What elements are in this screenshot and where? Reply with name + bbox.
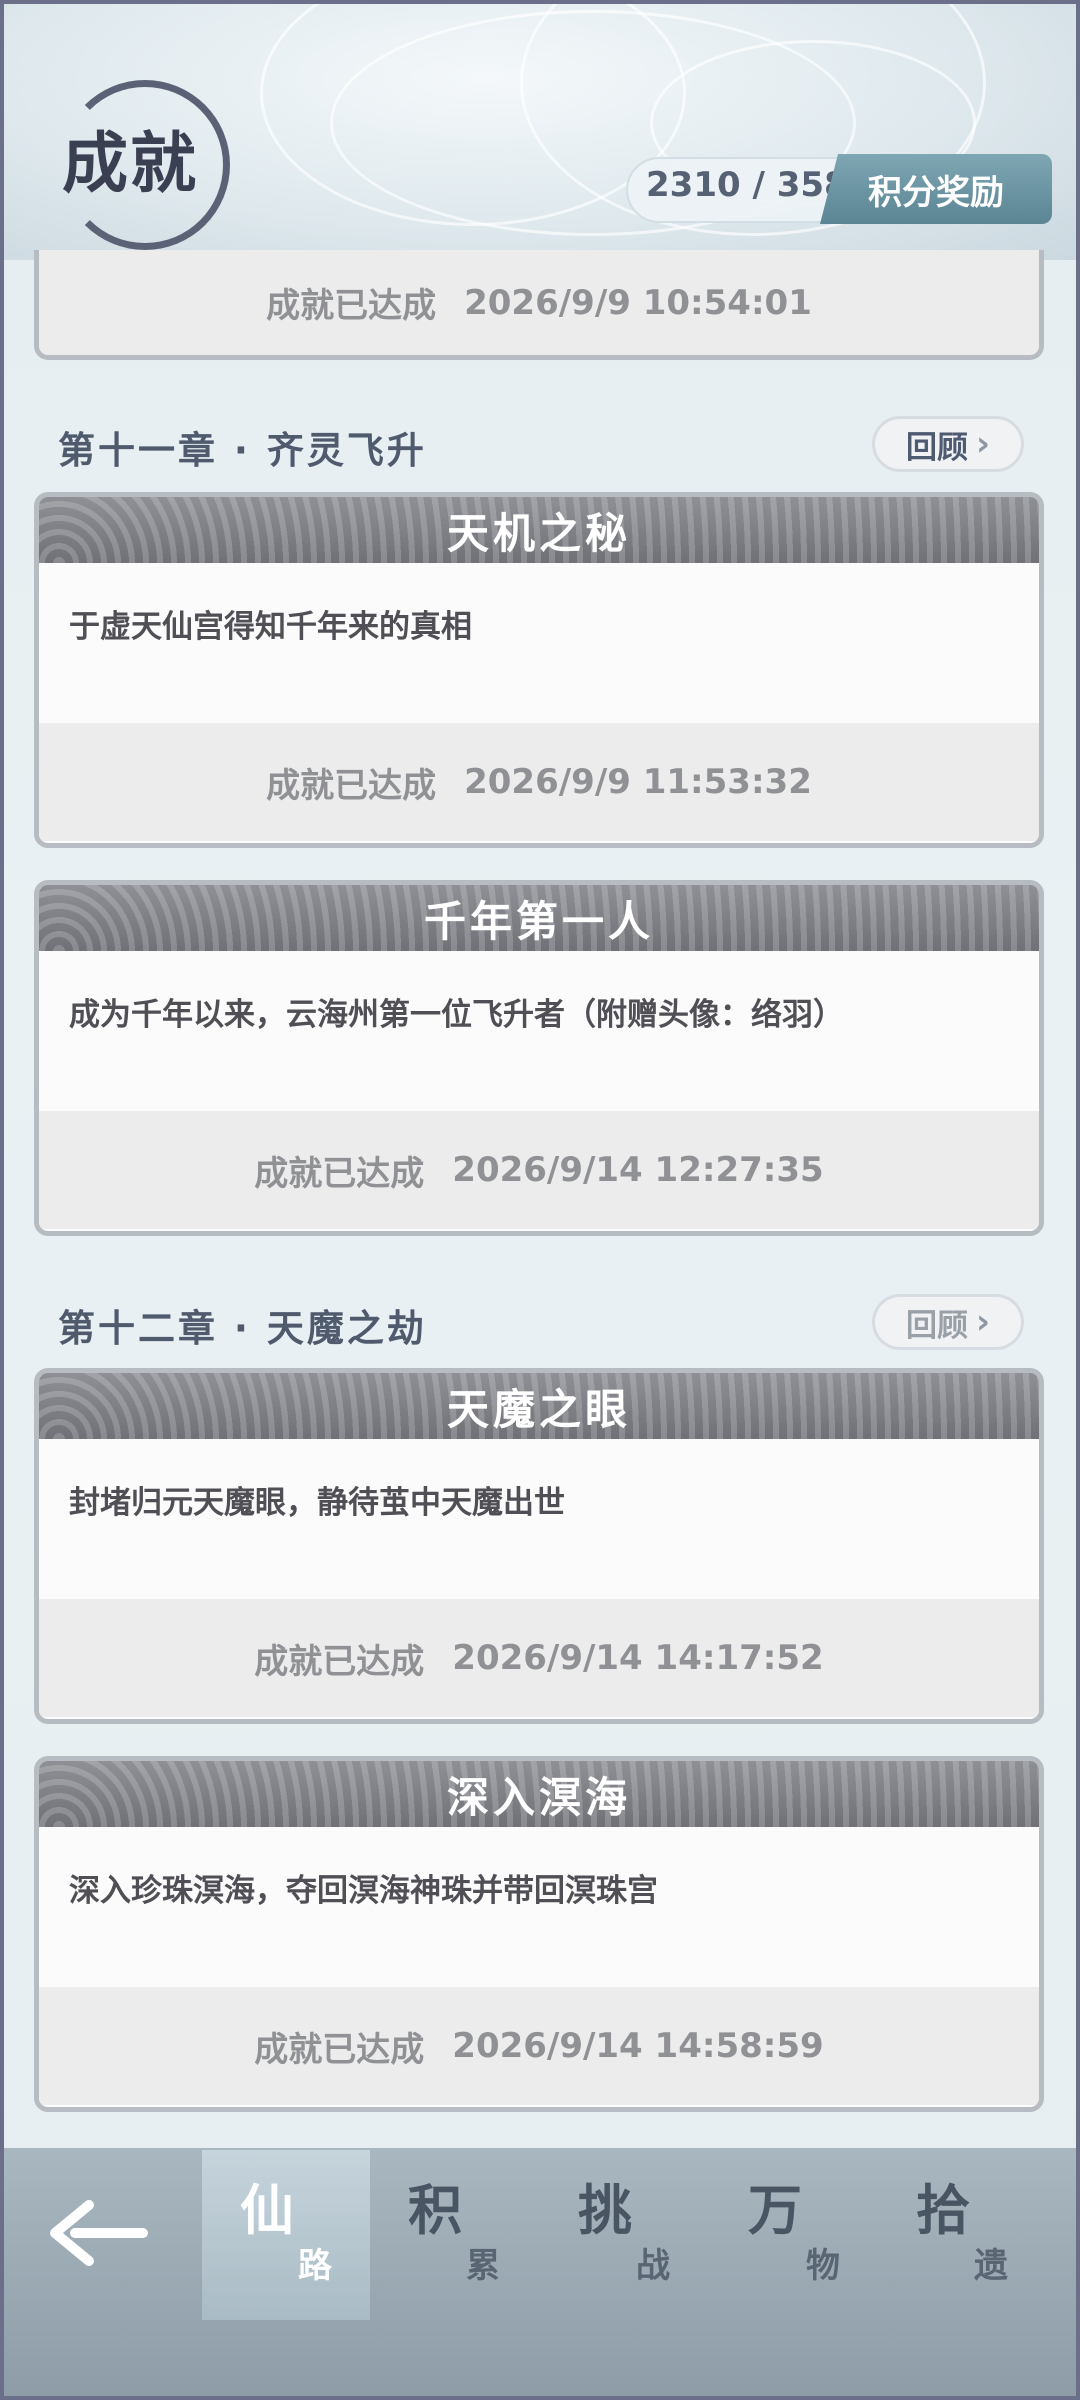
tab-jilei[interactable]: 积 累 xyxy=(370,2150,538,2320)
header-banner: 成就 2310 / 3580 积分奖励 xyxy=(0,0,1080,260)
tab-main-char: 挑 xyxy=(578,2179,632,2242)
achievement-name: 深入溟海 xyxy=(39,1761,1039,1827)
achievement-name: 千年第一人 xyxy=(39,885,1039,951)
back-arrow-icon xyxy=(50,2200,148,2266)
tab-sub-char: 路 xyxy=(298,2246,332,2286)
achievement-time: 2026/9/14 14:58:59 xyxy=(452,2026,824,2066)
page-title: 成就 xyxy=(62,125,198,202)
tab-main-char: 拾 xyxy=(916,2179,970,2242)
tab-sub-char: 遗 xyxy=(974,2246,1008,2286)
achievement-time: 2026/9/9 10:54:01 xyxy=(464,282,812,323)
achievement-description: 成为千年以来，云海州第一位飞升者（附赠头像：络羽） xyxy=(69,997,844,1033)
achievement-status: 成就已达成 xyxy=(254,2029,425,2070)
chapter-title: 第十一章 · 齐灵飞升 xyxy=(58,429,427,472)
achievement-status: 成就已达成 xyxy=(254,1641,425,1682)
achievement-card: 天机之秘 于虚天仙宫得知千年来的真相 成就已达成 2026/9/9 11:53:… xyxy=(34,492,1044,848)
achievement-name: 天魔之眼 xyxy=(39,1373,1039,1439)
achievement-time: 2026/9/9 11:53:32 xyxy=(464,762,812,802)
review-label: 回顾 xyxy=(905,429,968,466)
achievement-card-partial: 成就已达成 2026/9/9 10:54:01 xyxy=(34,250,1044,360)
tab-shiyi[interactable]: 拾 遗 xyxy=(878,2150,1046,2320)
achievement-time: 2026/9/14 14:17:52 xyxy=(452,1638,824,1678)
achievement-card: 天魔之眼 封堵归元天魔眼，静待茧中天魔出世 成就已达成 2026/9/14 14… xyxy=(34,1368,1044,1724)
tab-sub-char: 战 xyxy=(636,2246,670,2286)
tab-tiaozhan[interactable]: 挑 战 xyxy=(540,2150,708,2320)
achievement-status: 成就已达成 xyxy=(266,765,437,806)
achievement-name: 天机之秘 xyxy=(39,497,1039,563)
achievement-description: 封堵归元天魔眼，静待茧中天魔出世 xyxy=(69,1485,565,1521)
achievement-description: 深入珍珠溟海，夺回溟海神珠并带回溟珠宫 xyxy=(69,1873,658,1909)
tab-main-char: 仙 xyxy=(240,2179,294,2242)
review-button[interactable]: 回顾 › xyxy=(872,1294,1024,1350)
achievement-card: 千年第一人 成为千年以来，云海州第一位飞升者（附赠头像：络羽） 成就已达成 20… xyxy=(34,880,1044,1236)
review-label: 回顾 xyxy=(905,1307,968,1344)
chevron-right-icon: › xyxy=(975,424,990,464)
achievement-footer: 成就已达成 2026/9/9 11:53:32 xyxy=(39,723,1039,841)
points-reward-button[interactable]: 积分奖励 xyxy=(820,154,1052,224)
achievement-time: 2026/9/14 12:27:35 xyxy=(452,1150,824,1190)
tab-main-char: 积 xyxy=(408,2179,462,2242)
tab-sub-char: 物 xyxy=(806,2246,840,2286)
tab-main-char: 万 xyxy=(748,2179,802,2242)
back-button[interactable] xyxy=(0,2148,200,2318)
achievement-footer: 成就已达成 2026/9/14 14:58:59 xyxy=(39,1987,1039,2105)
achievement-status: 成就已达成 xyxy=(254,1153,425,1194)
tab-sub-char: 累 xyxy=(466,2246,500,2286)
chapter-title: 第十二章 · 天魔之劫 xyxy=(58,1307,427,1350)
achievement-footer: 成就已达成 2026/9/14 14:17:52 xyxy=(39,1599,1039,1717)
achievement-card: 深入溟海 深入珍珠溟海，夺回溟海神珠并带回溟珠宫 成就已达成 2026/9/14… xyxy=(34,1756,1044,2112)
achievement-status: 成就已达成 xyxy=(266,286,437,326)
achievement-description: 于虚天仙宫得知千年来的真相 xyxy=(69,609,472,645)
achievement-footer: 成就已达成 2026/9/14 12:27:35 xyxy=(39,1111,1039,1229)
chevron-right-icon: › xyxy=(975,1302,990,1342)
tab-wanwu[interactable]: 万 物 xyxy=(710,2150,878,2320)
review-button[interactable]: 回顾 › xyxy=(872,416,1024,472)
tab-xianlu[interactable]: 仙 路 xyxy=(202,2150,370,2320)
